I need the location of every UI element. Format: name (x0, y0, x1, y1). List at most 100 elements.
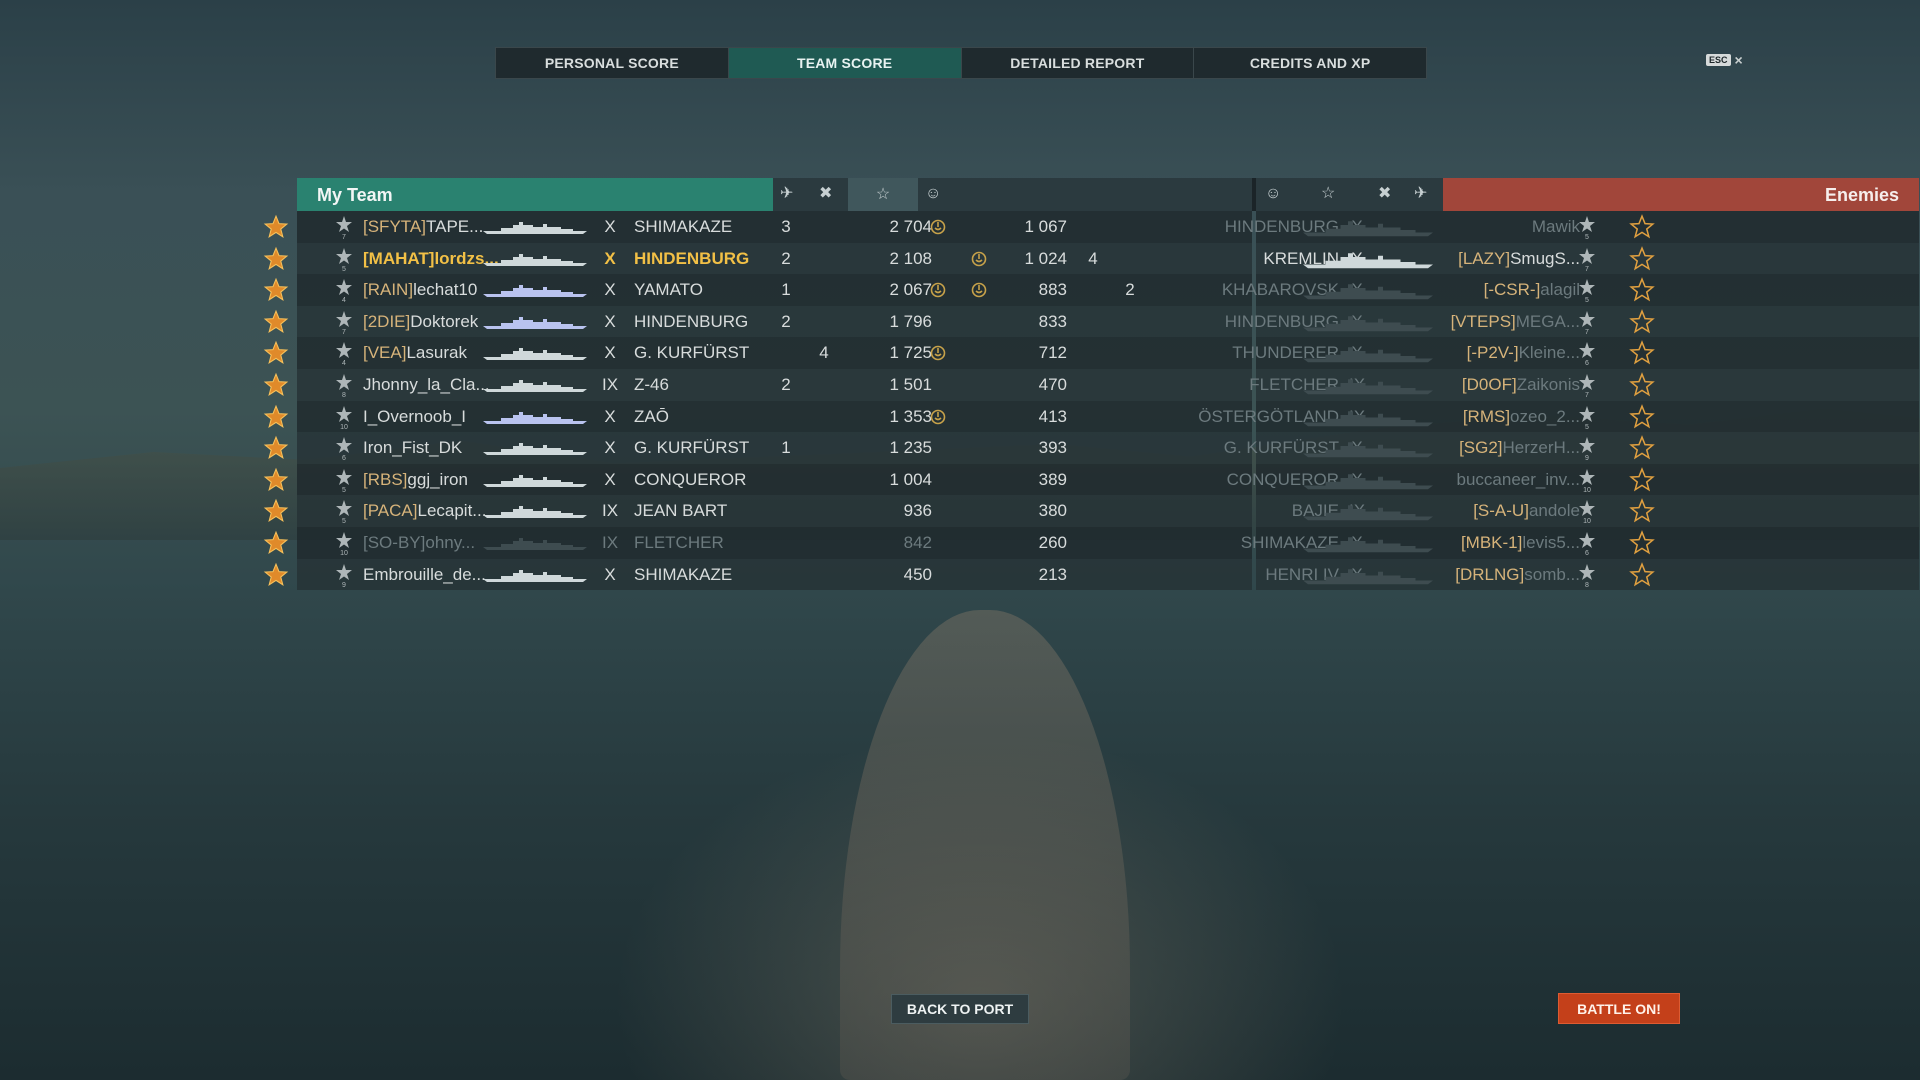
player-name[interactable]: [PACA]Lecapit... (363, 501, 486, 521)
favorite-star-button[interactable] (1629, 466, 1655, 493)
favorite-star-icon[interactable] (1629, 498, 1655, 524)
planes-shot-icon[interactable]: ✈ (780, 186, 793, 202)
rank-badge: 6 (331, 435, 357, 462)
tab-personal-score[interactable]: PERSONAL SCORE (496, 48, 729, 78)
favorite-star-icon[interactable] (1629, 530, 1655, 556)
base-xp-star-icon[interactable]: ☆ (1321, 186, 1335, 202)
ship-name: CONQUEROR (634, 469, 747, 489)
ship-name: G. KURFÜRST (634, 343, 750, 363)
favorite-star-icon[interactable] (1629, 214, 1655, 240)
svg-text:5: 5 (1585, 297, 1589, 303)
base-xp-star-icon[interactable]: ☆ (848, 178, 918, 211)
favorite-star-icon[interactable] (1629, 340, 1655, 366)
medal-star-icon (263, 499, 289, 523)
player-name[interactable]: [SO-BY]ohny... (363, 533, 475, 553)
favorite-star-button[interactable] (1629, 498, 1655, 524)
back-to-port-button[interactable]: BACK TO PORT (891, 994, 1029, 1024)
ship-name: ZAŌ (634, 406, 669, 426)
favorite-star-button[interactable] (1629, 403, 1655, 430)
favorite-star-icon[interactable] (1629, 466, 1655, 493)
player-name[interactable]: [S-A-U]andole (1377, 501, 1580, 521)
battle-on-button[interactable]: BATTLE ON! (1558, 993, 1680, 1024)
favorite-star-button[interactable] (1629, 214, 1655, 240)
ship-silhouette-icon (483, 253, 587, 266)
rank-badge: 7 (1574, 372, 1600, 399)
favorite-star-icon[interactable] (1629, 435, 1655, 461)
planes-shot-value: 3 (781, 217, 791, 236)
rank-icon: 7 (1579, 373, 1595, 399)
favorite-star-button[interactable] (1629, 277, 1655, 303)
player-name[interactable]: [RAIN]lechat10 (363, 280, 477, 300)
player-name[interactable]: Mawik (1377, 217, 1580, 237)
player-name[interactable]: [VTEPS]MEGA... (1377, 312, 1580, 332)
svg-text:7: 7 (1585, 266, 1589, 272)
favorite-star-button[interactable] (1629, 245, 1655, 272)
player-nickname: Embrouille_de... (363, 564, 486, 584)
player-name[interactable]: Jhonny_la_Cla... (363, 375, 490, 395)
tab-team-score[interactable]: TEAM SCORE (728, 48, 962, 78)
favorite-star-button[interactable] (1629, 530, 1655, 556)
ships-destroyed-icon[interactable]: ✖ (819, 186, 832, 202)
enemies-header: Enemies (1443, 178, 1919, 211)
player-name[interactable]: [LAZY]SmugS... (1377, 249, 1580, 269)
player-name[interactable]: [VEA]Lasurak (363, 343, 467, 363)
player-nickname: Zaikonis (1516, 374, 1580, 394)
medal-star-icon (263, 435, 289, 460)
svg-text:4: 4 (342, 360, 346, 366)
player-nickname: Doktorek (410, 311, 479, 331)
clan-tag: [VTEPS] (1450, 311, 1516, 331)
tab-detailed-report[interactable]: DETAILED REPORT (962, 48, 1195, 78)
ship-name: KREMLIN (1263, 248, 1339, 268)
survived-icon (929, 218, 947, 236)
base-xp-value: 1 501 (889, 374, 932, 394)
favorite-star-button[interactable] (1629, 340, 1655, 366)
player-name[interactable]: Embrouille_de... (363, 565, 486, 585)
player-name[interactable]: [-CSR-]alagil (1377, 280, 1580, 300)
player-name[interactable]: [MBK-1]levis5... (1377, 533, 1580, 553)
favorite-star-button[interactable] (1629, 372, 1655, 398)
rank-badge: 4 (331, 277, 357, 304)
rank-badge: 5 (331, 498, 357, 525)
survived-icon[interactable]: ☺ (925, 186, 941, 202)
player-name[interactable]: I_Overnoob_I (363, 407, 466, 427)
clan-tag: [RBS] (363, 469, 408, 489)
player-nickname: Mawik (1531, 217, 1580, 236)
favorite-star-button[interactable] (1629, 561, 1655, 588)
player-name[interactable]: [-P2V-]Kleine... (1377, 343, 1580, 363)
player-name[interactable]: [MAHAT]lordzs... (363, 249, 499, 269)
svg-text:6: 6 (1585, 550, 1589, 556)
planes-shot-icon[interactable]: ✈ (1414, 186, 1427, 202)
favorite-star-icon[interactable] (1629, 372, 1655, 398)
player-nickname: ozeo_2... (1510, 406, 1580, 426)
rank-icon: 7 (336, 310, 352, 336)
medal-star-icon (263, 277, 289, 302)
player-name[interactable]: [SFYTA]TAPE... (363, 217, 483, 237)
favorite-star-icon[interactable] (1629, 245, 1655, 272)
player-name[interactable]: [SG2]HerzerH... (1377, 438, 1580, 458)
close-icon[interactable]: × (1735, 52, 1743, 68)
ships-destroyed-icon[interactable]: ✖ (1378, 186, 1391, 202)
player-name[interactable]: [RBS]ggj_iron (363, 470, 468, 490)
tab-credits-and-xp[interactable]: CREDITS AND XP (1194, 48, 1426, 78)
player-name[interactable]: [RMS]ozeo_2... (1377, 407, 1580, 427)
survived-icon[interactable]: ☺ (1265, 186, 1281, 202)
table-row: 5 [RBS]ggj_iron X CONQUEROR 1 004 389 CONQUERO… (263, 463, 1919, 496)
player-name[interactable]: Iron_Fist_DK (363, 438, 462, 458)
player-name[interactable]: [DRLNG]somb... (1377, 565, 1580, 585)
svg-text:5: 5 (342, 518, 346, 524)
favorite-star-icon[interactable] (1629, 277, 1655, 303)
player-name[interactable]: [D0OF]Zaikonis (1377, 375, 1580, 395)
player-name[interactable]: [2DIE]Doktorek (363, 312, 478, 332)
favorite-star-icon[interactable] (1629, 561, 1655, 588)
player-name[interactable]: buccaneer_inv... (1377, 470, 1580, 490)
ship-silhouette (483, 536, 587, 550)
player-nickname: TAPE... (425, 217, 484, 236)
favorite-star-button[interactable] (1629, 435, 1655, 461)
rank-icon: 6 (1579, 531, 1595, 557)
favorite-star-icon[interactable] (1629, 308, 1655, 335)
favorite-star-button[interactable] (1629, 308, 1655, 335)
close-control[interactable]: ESC × (1706, 52, 1743, 68)
player-nickname: lechat10 (413, 280, 478, 300)
survived-icon (930, 409, 946, 424)
favorite-star-icon[interactable] (1629, 403, 1655, 430)
